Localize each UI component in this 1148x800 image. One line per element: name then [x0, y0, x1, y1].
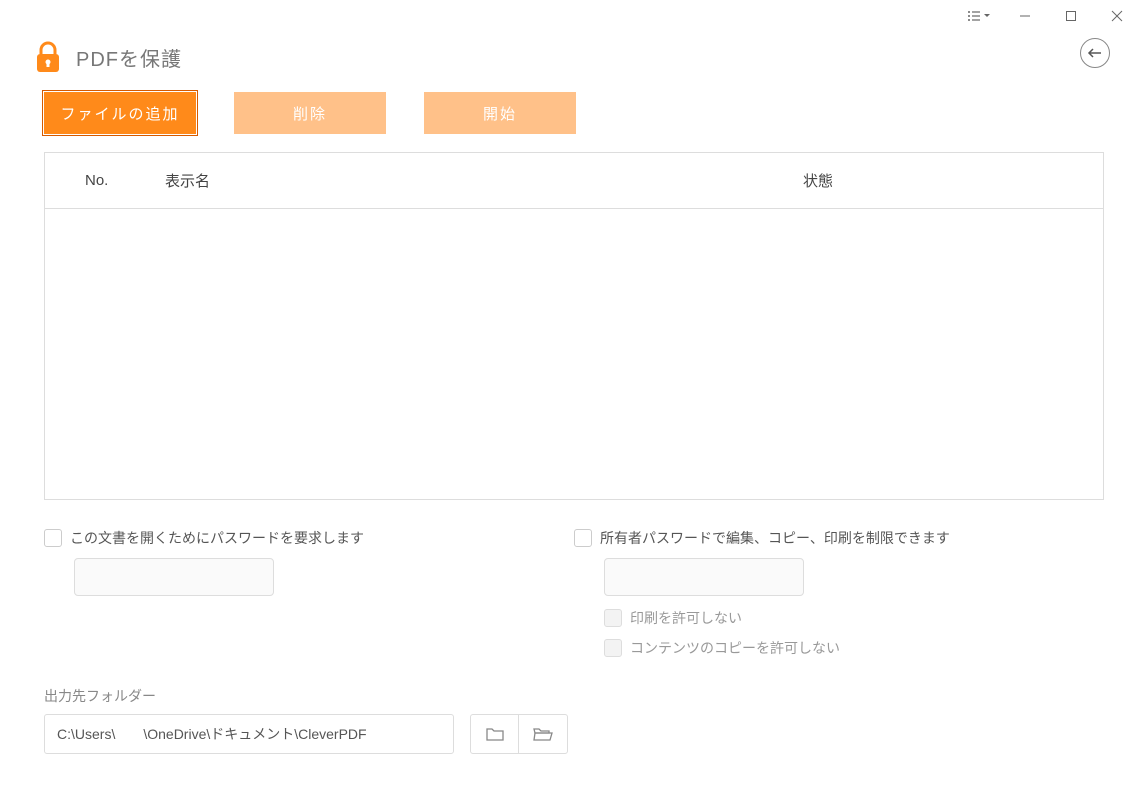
minimize-button[interactable] [1002, 0, 1048, 32]
menu-dropdown[interactable] [956, 0, 1002, 32]
column-status: 状態 [803, 170, 1103, 191]
minimize-icon [1019, 10, 1031, 22]
folder-button-group [470, 714, 568, 754]
action-toolbar: ファイルの追加 削除 開始 [0, 86, 1148, 152]
output-folder-label: 出力先フォルダー [44, 686, 1104, 706]
list-icon [967, 10, 981, 22]
owner-password-input[interactable] [604, 558, 804, 596]
output-path-field[interactable]: C:\Users\ \OneDrive\ドキュメント\CleverPDF [44, 714, 454, 754]
start-button[interactable]: 開始 [424, 92, 576, 134]
close-button[interactable] [1094, 0, 1140, 32]
add-file-button[interactable]: ファイルの追加 [44, 92, 196, 134]
no-print-label: 印刷を許可しない [630, 608, 742, 628]
table-header: No. 表示名 状態 [45, 153, 1103, 209]
open-password-checkbox[interactable] [44, 529, 62, 547]
arrow-left-icon [1087, 47, 1103, 59]
owner-password-checkbox[interactable] [574, 529, 592, 547]
output-section: 出力先フォルダー C:\Users\ \OneDrive\ドキュメント\Clev… [0, 668, 1148, 754]
no-copy-checkbox[interactable] [604, 639, 622, 657]
open-folder-button[interactable] [519, 715, 567, 753]
window-titlebar [0, 0, 1148, 32]
open-password-label: この文書を開くためにパスワードを要求します [70, 528, 364, 548]
file-table: No. 表示名 状態 [44, 152, 1104, 500]
chevron-down-icon [983, 13, 991, 19]
maximize-icon [1065, 10, 1077, 22]
delete-button[interactable]: 削除 [234, 92, 386, 134]
column-name: 表示名 [165, 170, 803, 191]
close-icon [1111, 10, 1123, 22]
options-panel: この文書を開くためにパスワードを要求します 所有者パスワードで編集、コピー、印刷… [0, 500, 1148, 668]
no-copy-label: コンテンツのコピーを許可しない [630, 638, 840, 658]
open-password-section: この文書を開くためにパスワードを要求します [44, 528, 574, 668]
no-print-checkbox[interactable] [604, 609, 622, 627]
table-body[interactable] [45, 209, 1103, 499]
page-header: PDFを保護 [0, 32, 1148, 86]
owner-password-section: 所有者パスワードで編集、コピー、印刷を制限できます 印刷を許可しない コンテンツ… [574, 528, 1104, 668]
back-button[interactable] [1080, 38, 1110, 68]
owner-password-label: 所有者パスワードで編集、コピー、印刷を制限できます [600, 528, 950, 548]
column-no: No. [45, 172, 165, 189]
folder-icon [486, 727, 504, 741]
folder-open-icon [533, 727, 553, 741]
browse-folder-button[interactable] [471, 715, 519, 753]
open-password-input[interactable] [74, 558, 274, 596]
lock-icon [34, 40, 62, 74]
page-title: PDFを保護 [76, 43, 182, 72]
maximize-button[interactable] [1048, 0, 1094, 32]
